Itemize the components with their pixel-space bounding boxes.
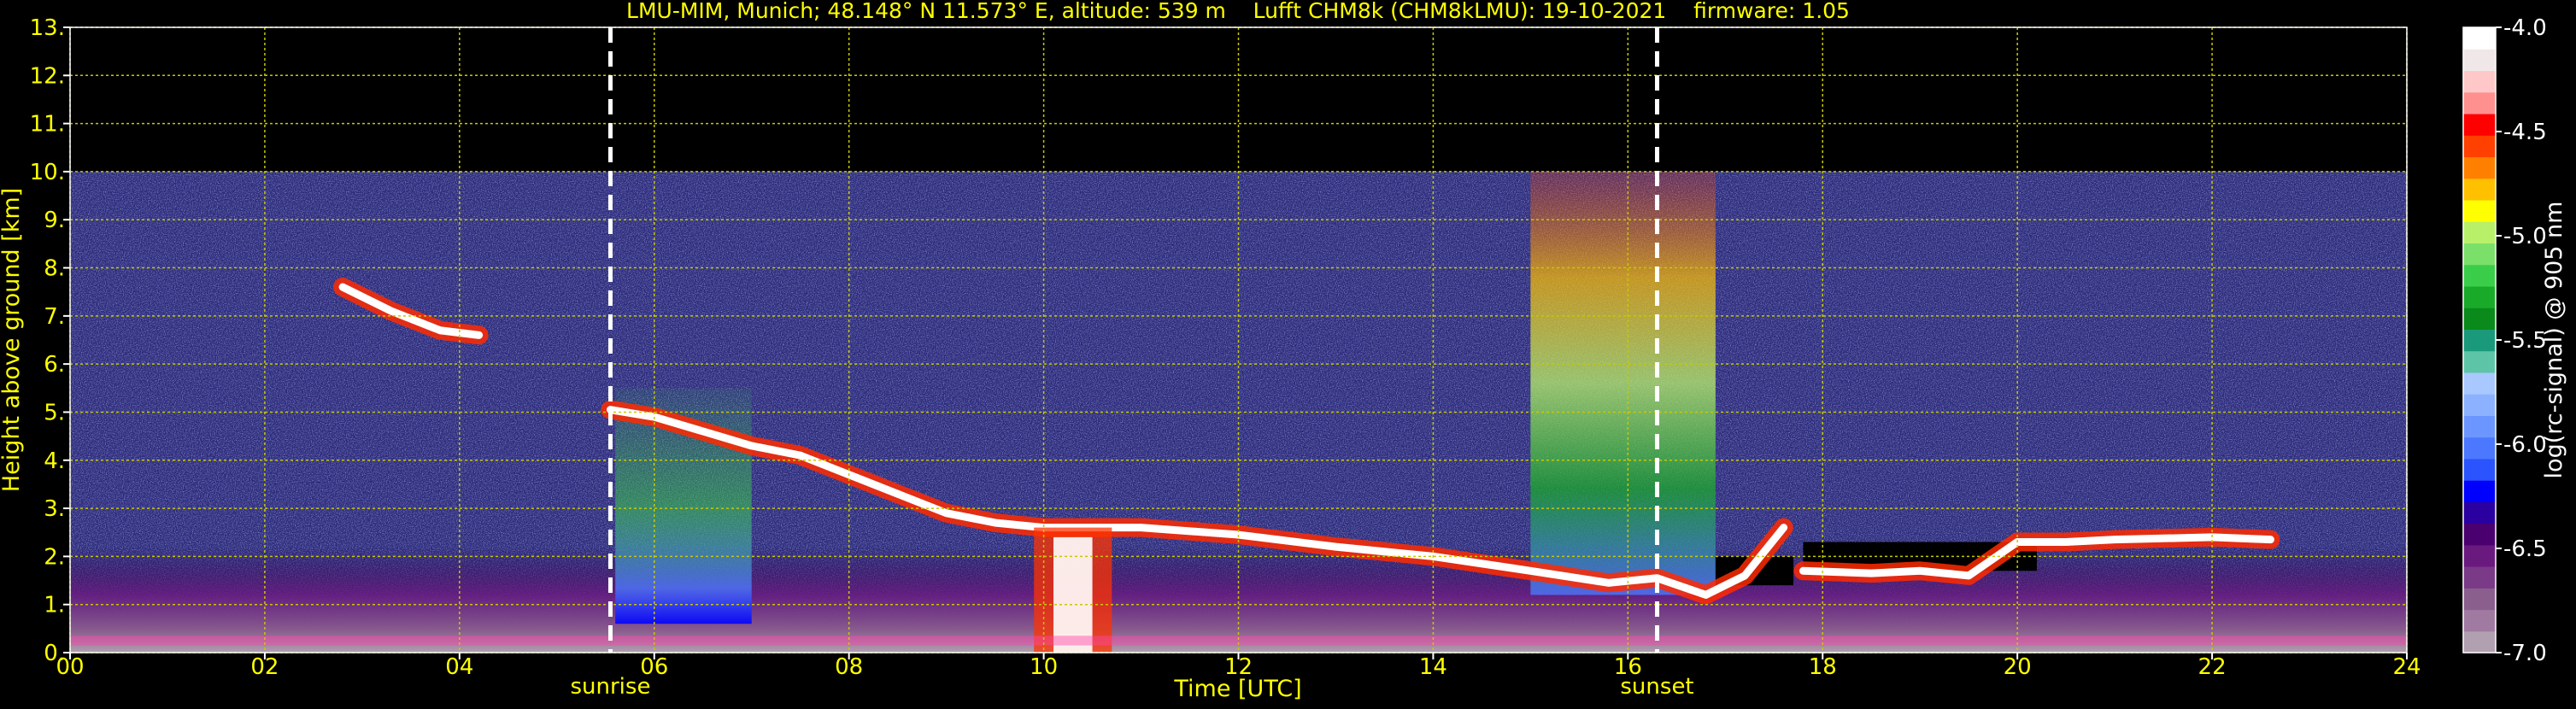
y-tick-label: 8. — [44, 256, 65, 282]
colorbar-segment — [2463, 156, 2496, 179]
x-tick-label: 02 — [250, 654, 279, 680]
x-tick-label: 20 — [2004, 654, 2032, 680]
x-tick-label: 06 — [640, 654, 668, 680]
colorbar-segment — [2463, 523, 2496, 546]
x-tick-label: 22 — [2198, 654, 2227, 680]
y-tick-label: 11. — [30, 112, 65, 138]
y-tick-label: 10. — [30, 160, 65, 185]
colorbar-segment — [2463, 544, 2496, 567]
colorbar-segment — [2463, 437, 2496, 460]
x-tick-label: 10 — [1030, 654, 1058, 680]
colorbar-segment — [2463, 394, 2496, 416]
colorbar-segment — [2463, 630, 2496, 653]
colorbar-tick-label: -7.0 — [2503, 641, 2547, 666]
colorbar-segment — [2463, 113, 2496, 136]
x-tick-label: 14 — [1419, 654, 1447, 680]
colorbar-tick-label: -4.0 — [2503, 15, 2547, 41]
y-tick-label: 6. — [44, 352, 65, 378]
colorbar-segment — [2463, 308, 2496, 330]
colorbar-segment — [2463, 609, 2496, 632]
colorbar-segment — [2463, 70, 2496, 93]
colorbar-segment — [2463, 221, 2496, 244]
x-tick-label: 18 — [1809, 654, 1837, 680]
colorbar-segment — [2463, 178, 2496, 201]
x-tick-label: 04 — [445, 654, 473, 680]
x-tick-label: 24 — [2392, 654, 2421, 680]
colorbar-segment — [2463, 350, 2496, 373]
colorbar-segment — [2463, 588, 2496, 611]
colorbar-segment — [2463, 501, 2496, 524]
chart-title: LMU-MIM, Munich; 48.148° N 11.573° E, al… — [626, 0, 1850, 23]
y-tick-label: 9. — [44, 208, 65, 233]
colorbar-segment — [2463, 372, 2496, 395]
colorbar-segment — [2463, 285, 2496, 308]
y-tick-label: 5. — [44, 400, 65, 425]
colorbar-segment — [2463, 135, 2496, 158]
x-tick-label: 16 — [1614, 654, 1642, 680]
colorbar-segment — [2463, 415, 2496, 438]
colorbar-label: log(rc-signal) @ 905 nm — [2541, 202, 2567, 479]
colorbar-segment — [2463, 243, 2496, 266]
sunrise-label: sunrise — [570, 674, 650, 700]
colorbar-segment — [2463, 49, 2496, 72]
y-tick-label: 1. — [44, 593, 65, 618]
colorbar-segment — [2463, 458, 2496, 481]
colorbar-tick-label: -4.5 — [2503, 120, 2547, 145]
colorbar: -7.0-6.5-6.0-5.5-5.0-4.5-4.0 — [2462, 15, 2547, 666]
colorbar-segment — [2463, 27, 2496, 50]
chart-svg: sunrise sunset 00 02 04 06 08 10 12 14 16 18 20 22 24… — [0, 0, 2567, 702]
precip-core — [1053, 536, 1093, 653]
colorbar-segment — [2463, 480, 2496, 502]
x-axis-label: Time [UTC] — [1173, 676, 1301, 702]
y-tick-label: 13. — [30, 15, 65, 41]
colorbar-tick-label: -6.5 — [2503, 536, 2547, 562]
y-tick-label: 2. — [44, 544, 65, 570]
x-tick-label: 08 — [835, 654, 863, 680]
y-tick-label: 7. — [44, 304, 65, 330]
colorbar-segment — [2463, 329, 2496, 352]
y-tick-label: 0. — [44, 641, 65, 666]
colorbar-segment — [2463, 91, 2496, 114]
colorbar-segment — [2463, 199, 2496, 222]
y-tick-label: 4. — [44, 448, 65, 474]
colorbar-segment — [2463, 566, 2496, 589]
ceilometer-chart: sunrise sunset 00 02 04 06 08 10 12 14 16 18 20 22 24… — [0, 0, 2576, 706]
y-tick-label: 12. — [30, 63, 65, 89]
y-tick-label: 3. — [44, 496, 65, 522]
colorbar-segment — [2463, 264, 2496, 287]
y-axis-label: Height above ground [km] — [0, 188, 25, 492]
afternoon-plume — [1530, 171, 1716, 595]
